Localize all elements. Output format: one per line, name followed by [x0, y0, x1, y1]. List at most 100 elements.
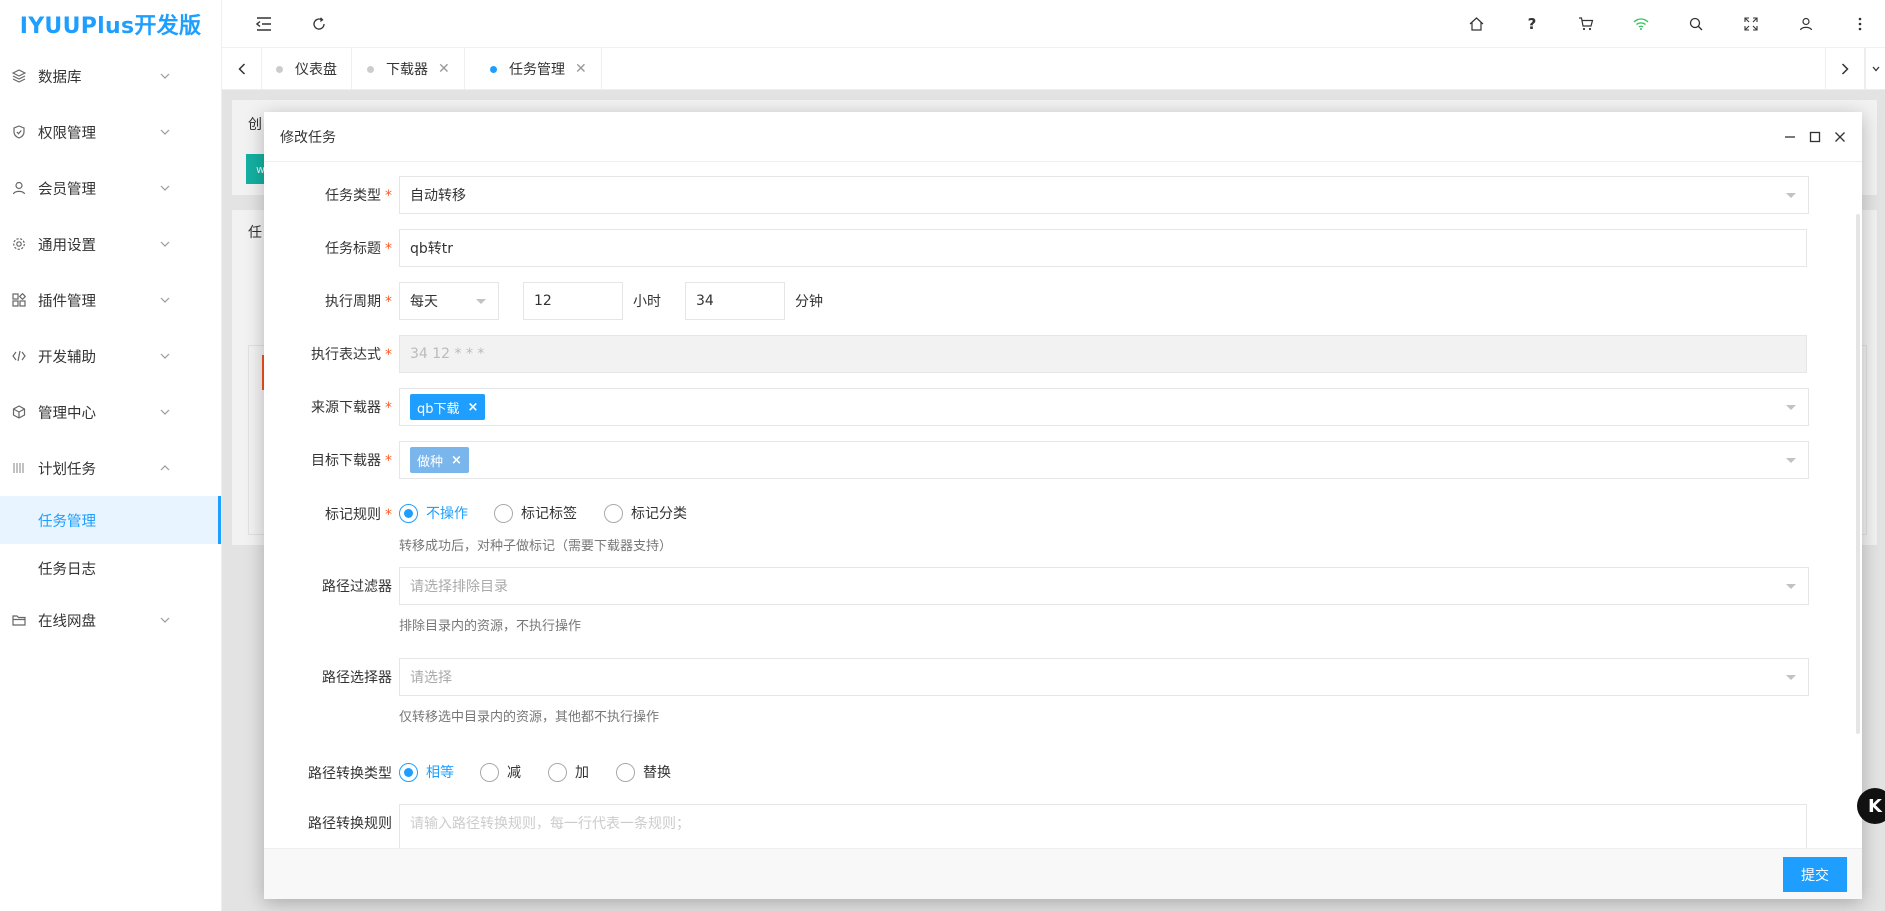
- label-text: 标记规则: [325, 507, 381, 523]
- target-downloader-chip[interactable]: 做种 ×: [410, 447, 469, 473]
- modal-scrollbar[interactable]: [1856, 214, 1860, 734]
- sidebar-item-label: 权限管理: [38, 125, 96, 142]
- source-downloader-row: 来源下载器 * qb下载 ×: [264, 388, 1862, 426]
- sidebar-item-scheduled-tasks[interactable]: 计划任务: [0, 440, 221, 496]
- sidebar-item-members[interactable]: 会员管理: [0, 160, 221, 216]
- tab-task-management[interactable]: 任务管理 ✕: [476, 48, 602, 90]
- select-value: 自动转移: [410, 188, 466, 204]
- path-convert-type-row: 路径转换类型 相等 减 加 替换: [264, 754, 1862, 792]
- source-downloader-chip[interactable]: qb下载 ×: [410, 394, 486, 420]
- path-convert-option-replace[interactable]: 替换: [616, 762, 671, 782]
- sidebar-item-label: 计划任务: [38, 461, 96, 478]
- required-mark: *: [385, 294, 392, 310]
- required-mark: *: [385, 241, 392, 257]
- sidebar-item-permissions[interactable]: 权限管理: [0, 104, 221, 160]
- path-convert-rule-textarea[interactable]: 请输入路径转换规则，每一行代表一条规则；: [399, 804, 1807, 848]
- radio-label: 加: [575, 765, 589, 781]
- sidebar-item-online-disk[interactable]: 在线网盘: [0, 592, 221, 648]
- more-vertical-icon[interactable]: [1846, 10, 1874, 38]
- fullscreen-icon[interactable]: [1737, 10, 1765, 38]
- close-icon[interactable]: ×: [451, 453, 462, 468]
- home-icon[interactable]: [1462, 10, 1490, 38]
- sidebar-item-general-settings[interactable]: 通用设置: [0, 216, 221, 272]
- sidebar-item-plugins[interactable]: 插件管理: [0, 272, 221, 328]
- maximize-icon[interactable]: [1805, 127, 1825, 147]
- gear-icon: [12, 237, 26, 251]
- target-downloader-select[interactable]: 做种 ×: [399, 441, 1809, 479]
- radio-ring: [616, 762, 635, 782]
- required-mark: *: [385, 453, 392, 469]
- modal-header: 修改任务: [264, 112, 1862, 162]
- app-logo[interactable]: IYUUPlus开发版: [0, 0, 221, 48]
- mark-rule-label: 标记规则 *: [325, 504, 392, 524]
- path-filter-select[interactable]: 请选择排除目录: [399, 567, 1809, 605]
- sidebar-item-label: 会员管理: [38, 181, 96, 198]
- tab-downloader[interactable]: 下载器 ✕: [353, 48, 465, 90]
- target-downloader-label: 目标下载器 *: [311, 450, 392, 470]
- select-placeholder: 请选择: [410, 670, 452, 686]
- mark-rule-option-none[interactable]: 不操作: [399, 503, 468, 523]
- sidebar-subitem-task-management[interactable]: 任务管理: [0, 496, 221, 544]
- required-mark: *: [385, 400, 392, 416]
- cycle-row: 执行周期 * 每天 12 小时 34 分钟: [264, 282, 1862, 320]
- chevron-down-icon: [1784, 672, 1798, 682]
- path-convert-option-add[interactable]: 加: [548, 762, 589, 782]
- sidebar-subitem-task-log[interactable]: 任务日志: [0, 544, 221, 592]
- chevron-down-icon: [159, 614, 171, 626]
- task-type-row: 任务类型 * 自动转移: [264, 176, 1862, 214]
- task-title-input[interactable]: qb转tr: [399, 229, 1807, 267]
- tab-menu-button[interactable]: [1865, 48, 1885, 90]
- path-filter-hint: 排除目录内的资源，不执行操作: [399, 619, 582, 634]
- mark-rule-option-category[interactable]: 标记分类: [604, 503, 687, 523]
- help-icon[interactable]: ?: [1518, 10, 1546, 38]
- path-convert-option-subtract[interactable]: 减: [480, 762, 521, 782]
- mark-rule-hint: 转移成功后，对种子做标记（需要下载器支持）: [399, 539, 673, 554]
- cart-icon[interactable]: [1572, 10, 1600, 38]
- radio-label: 减: [507, 765, 521, 781]
- path-filter-label: 路径过滤器: [322, 579, 392, 595]
- sidebar-item-database[interactable]: 数据库: [0, 48, 221, 104]
- input-value: 12: [534, 293, 552, 309]
- wifi-icon[interactable]: [1627, 10, 1655, 38]
- label-text: 来源下载器: [311, 400, 381, 416]
- close-icon[interactable]: [1830, 127, 1850, 147]
- chevron-down-icon: [159, 126, 171, 138]
- menu-collapse-icon[interactable]: [250, 10, 278, 38]
- refresh-icon[interactable]: [305, 10, 333, 38]
- sidebar-item-dev-tools[interactable]: 开发辅助: [0, 328, 221, 384]
- floating-assistant-button[interactable]: K: [1857, 788, 1885, 824]
- close-icon[interactable]: ✕: [438, 61, 450, 77]
- hour-input[interactable]: 12: [523, 282, 623, 320]
- task-title-row: 任务标题 * qb转tr: [264, 229, 1862, 267]
- tab-label: 仪表盘: [295, 62, 337, 78]
- path-selector-select[interactable]: 请选择: [399, 658, 1809, 696]
- task-title-label: 任务标题 *: [325, 238, 392, 258]
- chevron-down-icon: [159, 238, 171, 250]
- path-convert-rule-row: 路径转换规则 请输入路径转换规则，每一行代表一条规则；: [264, 804, 1862, 848]
- sidebar-item-admin-center[interactable]: 管理中心: [0, 384, 221, 440]
- radio-label: 替换: [643, 765, 671, 781]
- mark-rule-option-tag[interactable]: 标记标签: [494, 503, 577, 523]
- submit-button[interactable]: 提交: [1783, 857, 1847, 892]
- path-convert-option-equal[interactable]: 相等: [399, 762, 454, 782]
- chevron-down-icon: [1784, 402, 1798, 412]
- chevron-down-icon: [159, 70, 171, 82]
- tab-scroll-right-button[interactable]: [1825, 48, 1865, 90]
- tab-dot: [490, 65, 497, 73]
- source-downloader-select[interactable]: qb下载 ×: [399, 388, 1809, 426]
- chevron-down-icon: [159, 406, 171, 418]
- radio-label: 相等: [426, 765, 454, 781]
- task-type-select[interactable]: 自动转移: [399, 176, 1809, 214]
- close-icon[interactable]: ×: [468, 400, 479, 415]
- tab-scroll-left-button[interactable]: [222, 48, 262, 90]
- cycle-select[interactable]: 每天: [399, 282, 499, 320]
- close-icon[interactable]: ✕: [575, 61, 587, 77]
- tab-dashboard[interactable]: 仪表盘: [262, 48, 352, 90]
- tab-bar: 仪表盘 下载器 ✕ 任务管理 ✕: [222, 48, 1885, 90]
- radio-label: 标记标签: [521, 506, 577, 522]
- minimize-icon[interactable]: [1780, 127, 1800, 147]
- minute-input[interactable]: 34: [685, 282, 785, 320]
- tab-label: 下载器: [386, 62, 428, 78]
- user-profile-icon[interactable]: [1792, 10, 1820, 38]
- search-icon[interactable]: [1682, 10, 1710, 38]
